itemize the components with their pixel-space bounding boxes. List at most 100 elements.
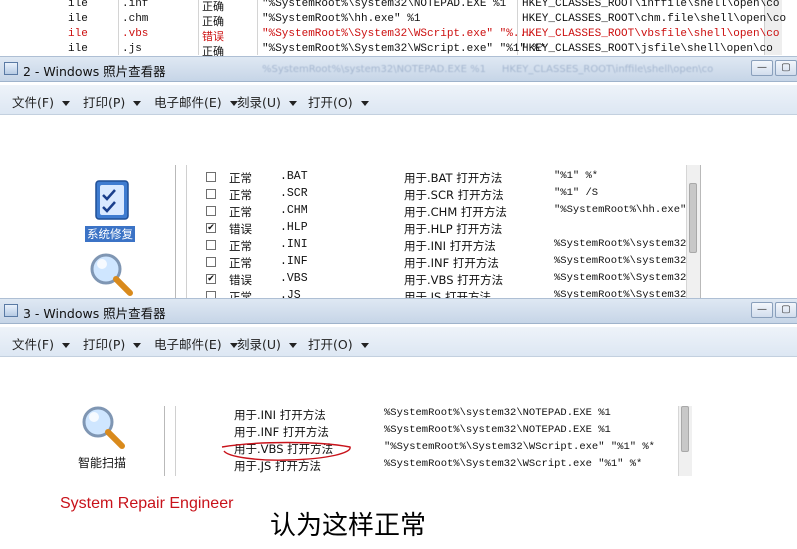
window-2-menubar: 文件(F) 打印(P) 电子邮件(E) 刻录(U) 打开(O) xyxy=(0,85,797,115)
checkbox[interactable] xyxy=(206,172,216,182)
command-cell: %SystemRoot%\System32\ xyxy=(554,272,693,284)
chevron-down-icon xyxy=(360,343,369,348)
menu-item[interactable]: 打开(O) xyxy=(308,92,369,111)
menu-item-label: 打开(O) xyxy=(308,95,353,110)
list-item[interactable]: 用于.VBS 打开方法 "%SystemRoot%\System32\WScrip… xyxy=(58,441,678,458)
table-row[interactable]: ile .chm 正确 "%SystemRoot%\hh.exe" %1 HKEY_CL… xyxy=(0,13,797,28)
maximize-button[interactable]: ▢ xyxy=(775,60,797,76)
window-2-content xyxy=(0,115,797,165)
list-item[interactable]: 正常 .CHM 用于.CHM 打开方法 "%SystemRoot%\hh.exe" " xyxy=(58,204,699,221)
menu-item-label: 电子邮件(E) xyxy=(154,337,222,352)
extension-cell: .vbs xyxy=(122,28,149,40)
table-row[interactable]: ile .inf 正确 "%SystemRoot%\system32\NOTEPAD.… xyxy=(0,0,797,13)
description-cell: 用于.VBS 打开方法 xyxy=(404,273,504,287)
row-prefix: ile xyxy=(68,28,88,40)
menu-item[interactable]: 打印(P) xyxy=(83,92,142,111)
command-cell: %SystemRoot%\System32\WScript.exe "%1" %… xyxy=(384,458,643,470)
caption-text: 认为这样正常 xyxy=(270,511,427,541)
description-cell: 用于.INF 打开方法 xyxy=(234,425,329,439)
list-item[interactable]: 正常 .INI 用于.INI 打开方法 %SystemRoot%\system32\ xyxy=(58,238,693,255)
list-item[interactable]: 用于.INI 打开方法 %SystemRoot%\system32\NOTEPAD… xyxy=(58,407,678,424)
window-2-image: 系统修复 正常 .BAT 用于.BAT 打开方法 "%1" %* 正常 .SCR 用于.SC… xyxy=(58,165,797,298)
description-cell: 用于.INF 打开方法 xyxy=(404,256,499,270)
table-row[interactable]: ile .vbs 错误 "%SystemRoot%\System32\WScript.… xyxy=(0,28,797,43)
list-item[interactable]: 用于.JS 打开方法 %SystemRoot%\System32\WScript.… xyxy=(58,458,678,475)
command-cell: "%SystemRoot%\System32\WScript.exe" "%1"… xyxy=(262,43,546,55)
extension-cell: .INI xyxy=(280,238,308,251)
window-3-menubar: 文件(F) 打印(P) 电子邮件(E) 刻录(U) 打开(O) xyxy=(0,327,797,357)
window-3-titlebar[interactable]: 3 - Windows 照片查看器 — ▢ xyxy=(0,298,797,324)
minimize-button[interactable]: — xyxy=(751,302,773,318)
registry-key-cell: HKEY_CLASSES_ROOT\jsfile\shell\open\co xyxy=(522,43,773,55)
list-item[interactable]: 正常 .BAT 用于.BAT 打开方法 "%1" %* xyxy=(58,170,686,187)
checkbox[interactable]: ✔ xyxy=(206,223,216,233)
checkbox[interactable] xyxy=(206,240,216,250)
status-cell: 错误 xyxy=(202,30,224,43)
list-right-border xyxy=(700,165,701,298)
list-scrollbar[interactable] xyxy=(686,165,700,298)
list-item[interactable]: ✔ 错误 .VBS 用于.VBS 打开方法 %SystemRoot%\System32\ xyxy=(58,272,693,289)
registry-key-cell: HKEY_CLASSES_ROOT\inffile\shell\open\co xyxy=(522,0,780,10)
list-item[interactable]: ✔ 错误 .HLP 用于.HLP 打开方法 xyxy=(58,221,686,238)
extension-cell: .inf xyxy=(122,0,149,10)
menu-item[interactable]: 电子邮件(E) xyxy=(154,334,238,353)
menu-item[interactable]: 刻录(U) xyxy=(237,334,297,353)
red-annotation-circle xyxy=(221,441,351,461)
command-cell: "%SystemRoot%\system32\NOTEPAD.EXE %1 xyxy=(262,0,507,10)
command-cell: %SystemRoot%\system32\NOTEPAD.EXE %1 xyxy=(384,407,611,419)
description-cell: 用于.HLP 打开方法 xyxy=(404,222,503,236)
command-cell: "%1" %* xyxy=(554,170,599,182)
menu-item-label: 打印(P) xyxy=(83,337,126,352)
description-cell: 用于.INI 打开方法 xyxy=(234,408,326,422)
menu-item[interactable]: 文件(F) xyxy=(12,334,70,353)
row-prefix: ile xyxy=(68,0,88,10)
menu-item[interactable]: 电子邮件(E) xyxy=(154,92,238,111)
scrollbar-thumb[interactable] xyxy=(681,406,689,452)
list-item[interactable]: 正常 .SCR 用于.SCR 打开方法 "%1" /S xyxy=(58,187,686,204)
photo-viewer-icon xyxy=(4,62,18,75)
status-cell: 正常 xyxy=(229,188,252,202)
menu-item-label: 文件(F) xyxy=(12,95,54,110)
scrollbar-thumb[interactable] xyxy=(689,183,697,253)
menu-item[interactable]: 打印(P) xyxy=(83,334,142,353)
menu-item-label: 文件(F) xyxy=(12,337,54,352)
menu-item[interactable]: 文件(F) xyxy=(12,92,70,111)
chevron-down-icon xyxy=(360,101,369,106)
background-ghost-text: %SystemRoot%\system32\NOTEPAD.EXE %1 HKE… xyxy=(262,64,714,75)
menu-item[interactable]: 打开(O) xyxy=(308,334,369,353)
chevron-down-icon xyxy=(288,343,297,348)
status-cell: 正常 xyxy=(229,239,252,253)
extension-cell: .BAT xyxy=(280,170,308,183)
window-title: 3 - Windows 照片查看器 xyxy=(23,306,166,321)
checkbox[interactable] xyxy=(206,189,216,199)
list-scrollbar[interactable] xyxy=(678,406,692,476)
registry-key-cell: HKEY_CLASSES_ROOT\chm.file\shell\open\co xyxy=(522,13,787,25)
checkbox[interactable]: ✔ xyxy=(206,274,216,284)
list-item[interactable]: 正常 .JS 用于.JS 打开方法 %SystemRoot%\System32\ xyxy=(58,289,693,298)
extension-cell: .INF xyxy=(280,255,308,268)
command-cell: %SystemRoot%\system32\NOTEPAD.EXE %1 xyxy=(384,424,611,436)
minimize-button[interactable]: — xyxy=(751,60,773,76)
extension-cell: .VBS xyxy=(280,272,308,285)
description-cell: 用于.JS 打开方法 xyxy=(404,290,492,298)
extension-cell: .js xyxy=(122,43,142,55)
window-title: 2 - Windows 照片查看器 xyxy=(23,64,166,79)
status-cell: 错误 xyxy=(229,222,252,236)
row-prefix: ile xyxy=(68,13,88,25)
list-item[interactable]: 用于.INF 打开方法 %SystemRoot%\system32\NOTEPAD… xyxy=(58,424,678,441)
checkbox[interactable] xyxy=(206,291,216,298)
maximize-button[interactable]: ▢ xyxy=(775,302,797,318)
command-cell: %SystemRoot%\system32\ xyxy=(554,238,693,250)
checkbox[interactable] xyxy=(206,257,216,267)
menu-item[interactable]: 刻录(U) xyxy=(237,92,297,111)
command-cell: %SystemRoot%\system32\ xyxy=(554,255,693,267)
menu-item-label: 打印(P) xyxy=(83,95,126,110)
status-cell: 正确 xyxy=(202,0,224,13)
list-item[interactable]: 正常 .INF 用于.INF 打开方法 %SystemRoot%\system32\ xyxy=(58,255,693,272)
window-2-titlebar[interactable]: 2 - Windows 照片查看器 %SystemRoot%\system32\… xyxy=(0,56,797,82)
row-prefix: ile xyxy=(68,43,88,55)
table-row-partial xyxy=(58,165,698,167)
checkbox[interactable] xyxy=(206,206,216,216)
description-cell: 用于.BAT 打开方法 xyxy=(404,171,503,185)
extension-cell: .HLP xyxy=(280,221,308,234)
